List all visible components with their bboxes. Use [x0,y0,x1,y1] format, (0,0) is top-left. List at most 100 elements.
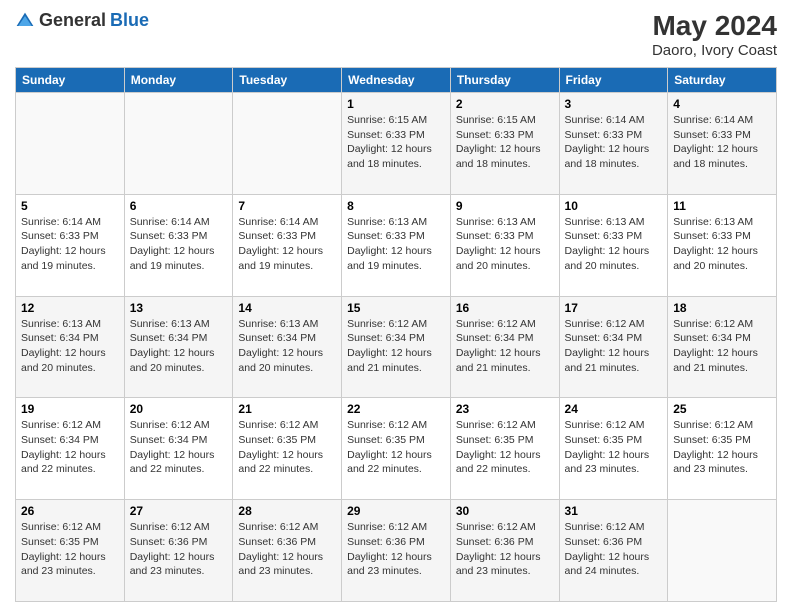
day-info: Sunrise: 6:15 AM Sunset: 6:33 PM Dayligh… [456,113,554,172]
calendar-cell: 4Sunrise: 6:14 AM Sunset: 6:33 PM Daylig… [668,93,777,195]
day-number: 22 [347,402,445,416]
calendar-cell: 22Sunrise: 6:12 AM Sunset: 6:35 PM Dayli… [342,398,451,500]
calendar-header-thursday: Thursday [450,68,559,93]
day-info: Sunrise: 6:12 AM Sunset: 6:35 PM Dayligh… [565,418,663,477]
day-number: 16 [456,301,554,315]
calendar-cell: 30 Sunrise: 6:12 AM Sunset: 6:36 PM Dayli… [450,500,559,602]
calendar-cell: 2 Sunrise: 6:15 AM Sunset: 6:33 PM Daylig… [450,93,559,195]
day-number: 14 [238,301,336,315]
calendar-cell: 15Sunrise: 6:12 AM Sunset: 6:34 PM Dayli… [342,296,451,398]
day-info: Sunrise: 6:13 AM Sunset: 6:34 PM Dayligh… [130,317,228,376]
calendar-cell [124,93,233,195]
calendar-cell: 17 Sunrise: 6:12 AM Sunset: 6:34 PM Dayli… [559,296,668,398]
day-number: 30 [456,504,554,518]
calendar-week-0: 1 Sunrise: 6:15 AM Sunset: 6:33 PM Daylig… [16,93,777,195]
day-number: 1 [347,97,445,111]
day-number: 2 [456,97,554,111]
calendar-cell: 25Sunrise: 6:12 AM Sunset: 6:35 PM Dayli… [668,398,777,500]
calendar-cell: 24 Sunrise: 6:12 AM Sunset: 6:35 PM Dayli… [559,398,668,500]
day-info: Sunrise: 6:13 AM Sunset: 6:33 PM Dayligh… [456,215,554,274]
calendar-cell: 29 Sunrise: 6:12 AM Sunset: 6:36 PM Dayli… [342,500,451,602]
day-number: 24 [565,402,663,416]
calendar-cell: 9 Sunrise: 6:13 AM Sunset: 6:33 PM Daylig… [450,194,559,296]
day-info: Sunrise: 6:12 AM Sunset: 6:36 PM Dayligh… [347,520,445,579]
calendar-cell: 5 Sunrise: 6:14 AM Sunset: 6:33 PM Daylig… [16,194,125,296]
calendar-cell: 1 Sunrise: 6:15 AM Sunset: 6:33 PM Daylig… [342,93,451,195]
day-number: 5 [21,199,119,213]
day-number: 8 [347,199,445,213]
calendar-cell: 16 Sunrise: 6:12 AM Sunset: 6:34 PM Dayli… [450,296,559,398]
day-number: 10 [565,199,663,213]
day-info: Sunrise: 6:12 AM Sunset: 6:36 PM Dayligh… [565,520,663,579]
day-number: 9 [456,199,554,213]
month-year: May 2024 [652,10,777,42]
day-number: 3 [565,97,663,111]
day-info: Sunrise: 6:12 AM Sunset: 6:36 PM Dayligh… [456,520,554,579]
day-info: Sunrise: 6:13 AM Sunset: 6:33 PM Dayligh… [565,215,663,274]
day-info: Sunrise: 6:12 AM Sunset: 6:34 PM Dayligh… [21,418,119,477]
calendar-header-row: SundayMondayTuesdayWednesdayThursdayFrid… [16,68,777,93]
day-info: Sunrise: 6:12 AM Sunset: 6:35 PM Dayligh… [456,418,554,477]
logo-icon [15,11,35,31]
calendar-header-tuesday: Tuesday [233,68,342,93]
day-info: Sunrise: 6:12 AM Sunset: 6:36 PM Dayligh… [130,520,228,579]
title-block: May 2024 Daoro, Ivory Coast [652,10,777,59]
day-info: Sunrise: 6:12 AM Sunset: 6:35 PM Dayligh… [238,418,336,477]
day-info: Sunrise: 6:13 AM Sunset: 6:34 PM Dayligh… [21,317,119,376]
day-number: 21 [238,402,336,416]
calendar-cell: 14 Sunrise: 6:13 AM Sunset: 6:34 PM Dayli… [233,296,342,398]
day-info: Sunrise: 6:12 AM Sunset: 6:34 PM Dayligh… [456,317,554,376]
header: GeneralBlue May 2024 Daoro, Ivory Coast [15,10,777,59]
calendar-cell: 20 Sunrise: 6:12 AM Sunset: 6:34 PM Dayli… [124,398,233,500]
calendar-cell: 3 Sunrise: 6:14 AM Sunset: 6:33 PM Daylig… [559,93,668,195]
logo: GeneralBlue [15,10,149,31]
day-info: Sunrise: 6:12 AM Sunset: 6:35 PM Dayligh… [21,520,119,579]
day-number: 29 [347,504,445,518]
day-info: Sunrise: 6:12 AM Sunset: 6:34 PM Dayligh… [130,418,228,477]
day-info: Sunrise: 6:12 AM Sunset: 6:34 PM Dayligh… [565,317,663,376]
calendar-cell: 27 Sunrise: 6:12 AM Sunset: 6:36 PM Dayli… [124,500,233,602]
day-number: 20 [130,402,228,416]
day-info: Sunrise: 6:14 AM Sunset: 6:33 PM Dayligh… [21,215,119,274]
day-number: 28 [238,504,336,518]
calendar-cell: 18Sunrise: 6:12 AM Sunset: 6:34 PM Dayli… [668,296,777,398]
day-number: 27 [130,504,228,518]
calendar-header-sunday: Sunday [16,68,125,93]
day-info: Sunrise: 6:14 AM Sunset: 6:33 PM Dayligh… [565,113,663,172]
calendar-week-3: 19 Sunrise: 6:12 AM Sunset: 6:34 PM Dayli… [16,398,777,500]
calendar-cell: 26 Sunrise: 6:12 AM Sunset: 6:35 PM Dayli… [16,500,125,602]
day-number: 6 [130,199,228,213]
page: GeneralBlue May 2024 Daoro, Ivory Coast … [0,0,792,612]
calendar-cell [668,500,777,602]
logo-general: General [39,10,106,31]
calendar-header-wednesday: Wednesday [342,68,451,93]
day-number: 7 [238,199,336,213]
calendar-cell: 6 Sunrise: 6:14 AM Sunset: 6:33 PM Daylig… [124,194,233,296]
day-number: 26 [21,504,119,518]
day-info: Sunrise: 6:13 AM Sunset: 6:34 PM Dayligh… [238,317,336,376]
calendar-cell: 11Sunrise: 6:13 AM Sunset: 6:33 PM Dayli… [668,194,777,296]
calendar-table: SundayMondayTuesdayWednesdayThursdayFrid… [15,67,777,602]
calendar-cell [16,93,125,195]
day-info: Sunrise: 6:15 AM Sunset: 6:33 PM Dayligh… [347,113,445,172]
calendar-cell: 10 Sunrise: 6:13 AM Sunset: 6:33 PM Dayli… [559,194,668,296]
calendar-week-1: 5 Sunrise: 6:14 AM Sunset: 6:33 PM Daylig… [16,194,777,296]
day-number: 12 [21,301,119,315]
calendar-week-2: 12 Sunrise: 6:13 AM Sunset: 6:34 PM Dayli… [16,296,777,398]
calendar-cell: 12 Sunrise: 6:13 AM Sunset: 6:34 PM Dayli… [16,296,125,398]
day-number: 13 [130,301,228,315]
calendar-week-4: 26 Sunrise: 6:12 AM Sunset: 6:35 PM Dayli… [16,500,777,602]
calendar-cell: 13 Sunrise: 6:13 AM Sunset: 6:34 PM Dayli… [124,296,233,398]
day-info: Sunrise: 6:14 AM Sunset: 6:33 PM Dayligh… [130,215,228,274]
calendar-cell: 8Sunrise: 6:13 AM Sunset: 6:33 PM Daylig… [342,194,451,296]
day-info: Sunrise: 6:13 AM Sunset: 6:33 PM Dayligh… [673,215,771,274]
day-number: 18 [673,301,771,315]
calendar-cell [233,93,342,195]
day-info: Sunrise: 6:12 AM Sunset: 6:35 PM Dayligh… [673,418,771,477]
day-number: 17 [565,301,663,315]
day-number: 31 [565,504,663,518]
calendar-cell: 31 Sunrise: 6:12 AM Sunset: 6:36 PM Dayli… [559,500,668,602]
day-number: 19 [21,402,119,416]
calendar-cell: 7 Sunrise: 6:14 AM Sunset: 6:33 PM Daylig… [233,194,342,296]
day-info: Sunrise: 6:14 AM Sunset: 6:33 PM Dayligh… [238,215,336,274]
